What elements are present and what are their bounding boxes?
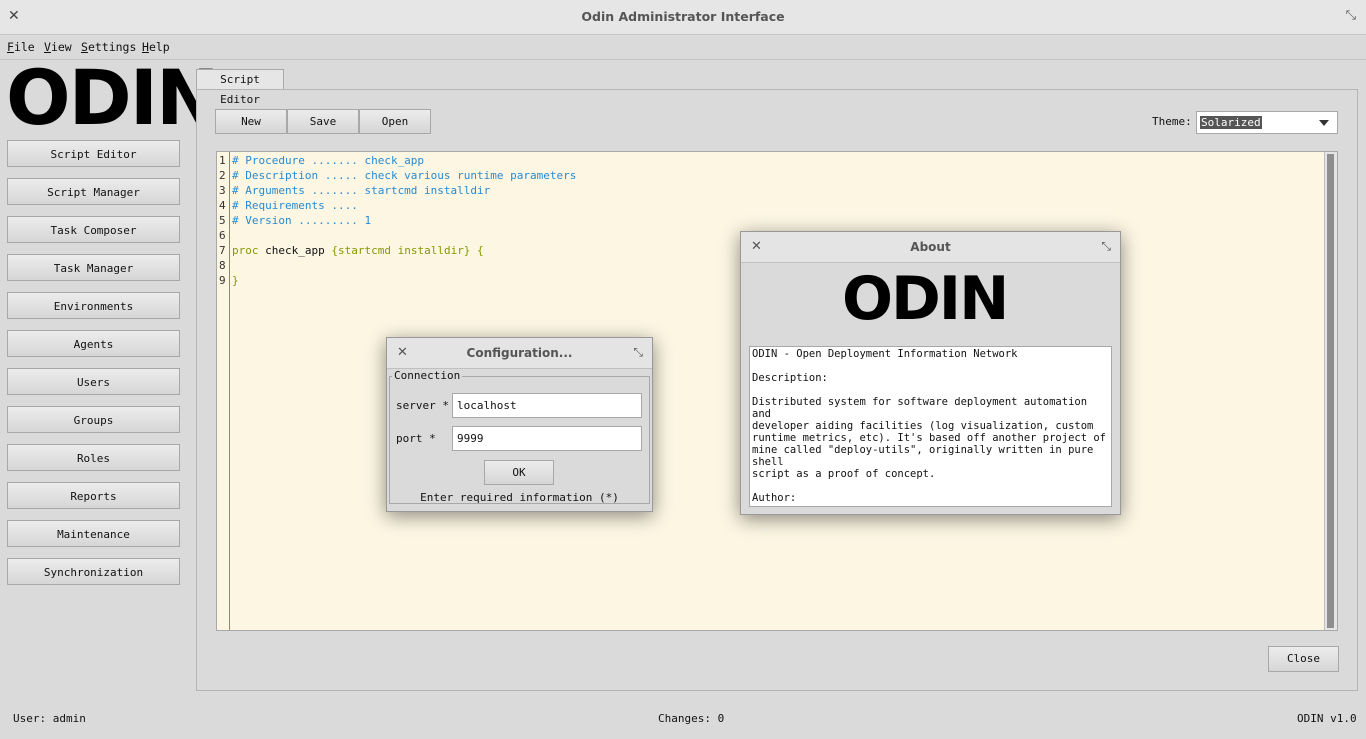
chevron-down-icon — [1319, 120, 1329, 126]
code-keyword: proc — [232, 244, 259, 257]
maximize-icon[interactable]: ⤡ — [1101, 239, 1111, 254]
configuration-dialog-title: Configuration... — [466, 346, 573, 360]
new-button[interactable]: New — [215, 109, 287, 134]
sidebar-item-agents[interactable]: Agents — [7, 330, 180, 357]
line-number: 4 — [219, 199, 226, 212]
window-titlebar: ✕ Odin Administrator Interface ⤡ — [0, 0, 1366, 35]
about-dialog-title: About — [910, 240, 951, 254]
line-number-gutter: 1 2 3 4 5 6 7 8 9 — [217, 152, 230, 630]
menu-file[interactable]: File — [7, 40, 35, 54]
line-number: 9 — [219, 274, 226, 287]
sidebar-item-environments[interactable]: Environments — [7, 292, 180, 319]
connection-legend: Connection — [392, 369, 463, 382]
sidebar-item-script-manager[interactable]: Script Manager — [7, 178, 180, 205]
editor-scrollbar[interactable] — [1324, 152, 1337, 630]
line-number: 1 — [219, 154, 226, 167]
about-dialog: ✕ About ⤡ ODIN ODIN - Open Deployment In… — [740, 231, 1121, 515]
line-number: 3 — [219, 184, 226, 197]
ok-button[interactable]: OK — [484, 460, 554, 485]
theme-select[interactable]: Solarized — [1196, 111, 1338, 134]
sidebar-item-task-manager[interactable]: Task Manager — [7, 254, 180, 281]
line-number: 5 — [219, 214, 226, 227]
sidebar-item-synchronization[interactable]: Synchronization — [7, 558, 180, 585]
about-text: ODIN - Open Deployment Information Netwo… — [749, 346, 1112, 507]
code-proc-name: check_app — [258, 244, 332, 257]
server-input[interactable]: localhost — [452, 393, 642, 418]
sidebar-item-task-composer[interactable]: Task Composer — [7, 216, 180, 243]
line-number: 2 — [219, 169, 226, 182]
sidebar-item-maintenance[interactable]: Maintenance — [7, 520, 180, 547]
sidebar-item-users[interactable]: Users — [7, 368, 180, 395]
status-version: ODIN v1.0 — [1297, 712, 1357, 725]
code-line: # Version ......... 1 — [232, 214, 372, 227]
sidebar-item-roles[interactable]: Roles — [7, 444, 180, 471]
status-user: User: admin — [13, 712, 86, 725]
configuration-dialog: ✕ Configuration... ⤡ Connection server *… — [386, 337, 653, 512]
code-line: # Requirements .... — [232, 199, 358, 212]
port-label: port * — [396, 432, 436, 445]
window-title: Odin Administrator Interface — [581, 9, 785, 24]
close-button[interactable]: Close — [1268, 646, 1339, 672]
code-line: # Procedure ....... check_app — [232, 154, 425, 167]
menu-help[interactable]: Help — [142, 40, 170, 54]
open-button[interactable]: Open — [359, 109, 431, 134]
sidebar-item-script-editor[interactable]: Script Editor — [7, 140, 180, 167]
tab-script-editor[interactable]: Script Editor — [196, 69, 284, 106]
sidebar-item-reports[interactable]: Reports — [7, 482, 180, 509]
scrollbar-thumb[interactable] — [1327, 154, 1334, 628]
line-number: 8 — [219, 259, 226, 272]
server-label: server * — [396, 399, 449, 412]
save-button[interactable]: Save — [287, 109, 359, 134]
line-number: 7 — [219, 244, 226, 257]
menu-view[interactable]: View — [44, 40, 72, 54]
required-info-hint: Enter required information (*) — [420, 491, 619, 504]
menu-settings[interactable]: Settings — [81, 40, 136, 54]
sidebar-item-groups[interactable]: Groups — [7, 406, 180, 433]
theme-label: Theme: — [1152, 115, 1192, 128]
status-changes: Changes: 0 — [658, 712, 725, 725]
code-line: } — [232, 274, 239, 287]
code-line: # Description ..... check various runtim… — [232, 169, 577, 182]
code-proc-args: {startcmd installdir} { — [331, 244, 484, 257]
configuration-dialog-titlebar: ✕ Configuration... ⤡ — [387, 338, 652, 369]
port-input[interactable]: 9999 — [452, 426, 642, 451]
line-number: 6 — [219, 229, 226, 242]
maximize-icon[interactable]: ⤡ — [1346, 8, 1356, 23]
odin-logo: ODIN — [842, 264, 1009, 334]
maximize-icon[interactable]: ⤡ — [633, 345, 643, 360]
about-dialog-titlebar: ✕ About ⤡ — [741, 232, 1120, 263]
code-line: proc check_app {startcmd installdir} { — [232, 244, 484, 257]
code-line: # Arguments ....... startcmd installdir — [232, 184, 491, 197]
odin-logo: ODIN — [6, 53, 220, 142]
theme-select-value: Solarized — [1200, 116, 1262, 129]
